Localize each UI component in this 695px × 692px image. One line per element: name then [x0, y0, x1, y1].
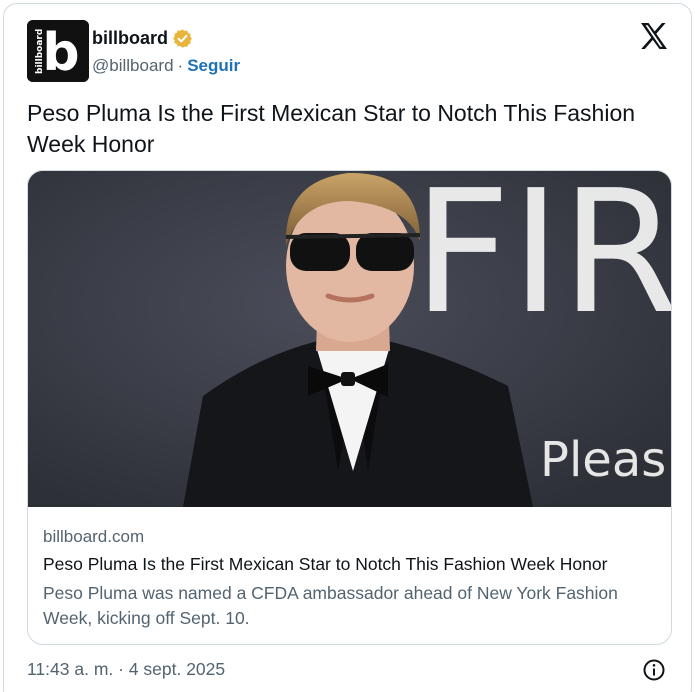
tweet-timestamp[interactable]: 11:43 a. m. · 4 sept. 2025: [27, 659, 225, 680]
link-preview-card[interactable]: FIR Pleas billboard.com Peso Pluma Is th…: [27, 170, 672, 645]
info-icon[interactable]: [642, 658, 666, 682]
avatar-letter: b: [42, 23, 79, 82]
follow-button[interactable]: Seguir: [187, 56, 240, 75]
author-name[interactable]: billboard: [92, 28, 193, 49]
author-avatar[interactable]: b billboard: [27, 20, 89, 82]
embedded-tweet[interactable]: b billboard billboard @billboard · Seguir …: [3, 3, 692, 692]
avatar-wordmark: billboard: [35, 29, 45, 74]
separator-dot: ·: [177, 56, 184, 75]
verified-badge-icon: [172, 28, 193, 49]
card-domain: billboard.com: [43, 527, 145, 546]
backdrop-text-bottom: Pleas: [540, 432, 666, 488]
author-handle[interactable]: @billboard: [92, 56, 174, 75]
card-image[interactable]: FIR Pleas: [28, 171, 672, 507]
backdrop-text-top: FIR: [413, 171, 672, 352]
author-handle-line: @billboard · Seguir: [92, 56, 240, 76]
x-logo-icon[interactable]: [639, 22, 669, 50]
card-description: Peso Pluma was named a CFDA ambassador a…: [43, 583, 618, 628]
card-title[interactable]: Peso Pluma Is the First Mexican Star to …: [43, 554, 607, 575]
author-name-text[interactable]: billboard: [92, 28, 168, 49]
tweet-text: Peso Pluma Is the First Mexican Star to …: [27, 100, 636, 157]
